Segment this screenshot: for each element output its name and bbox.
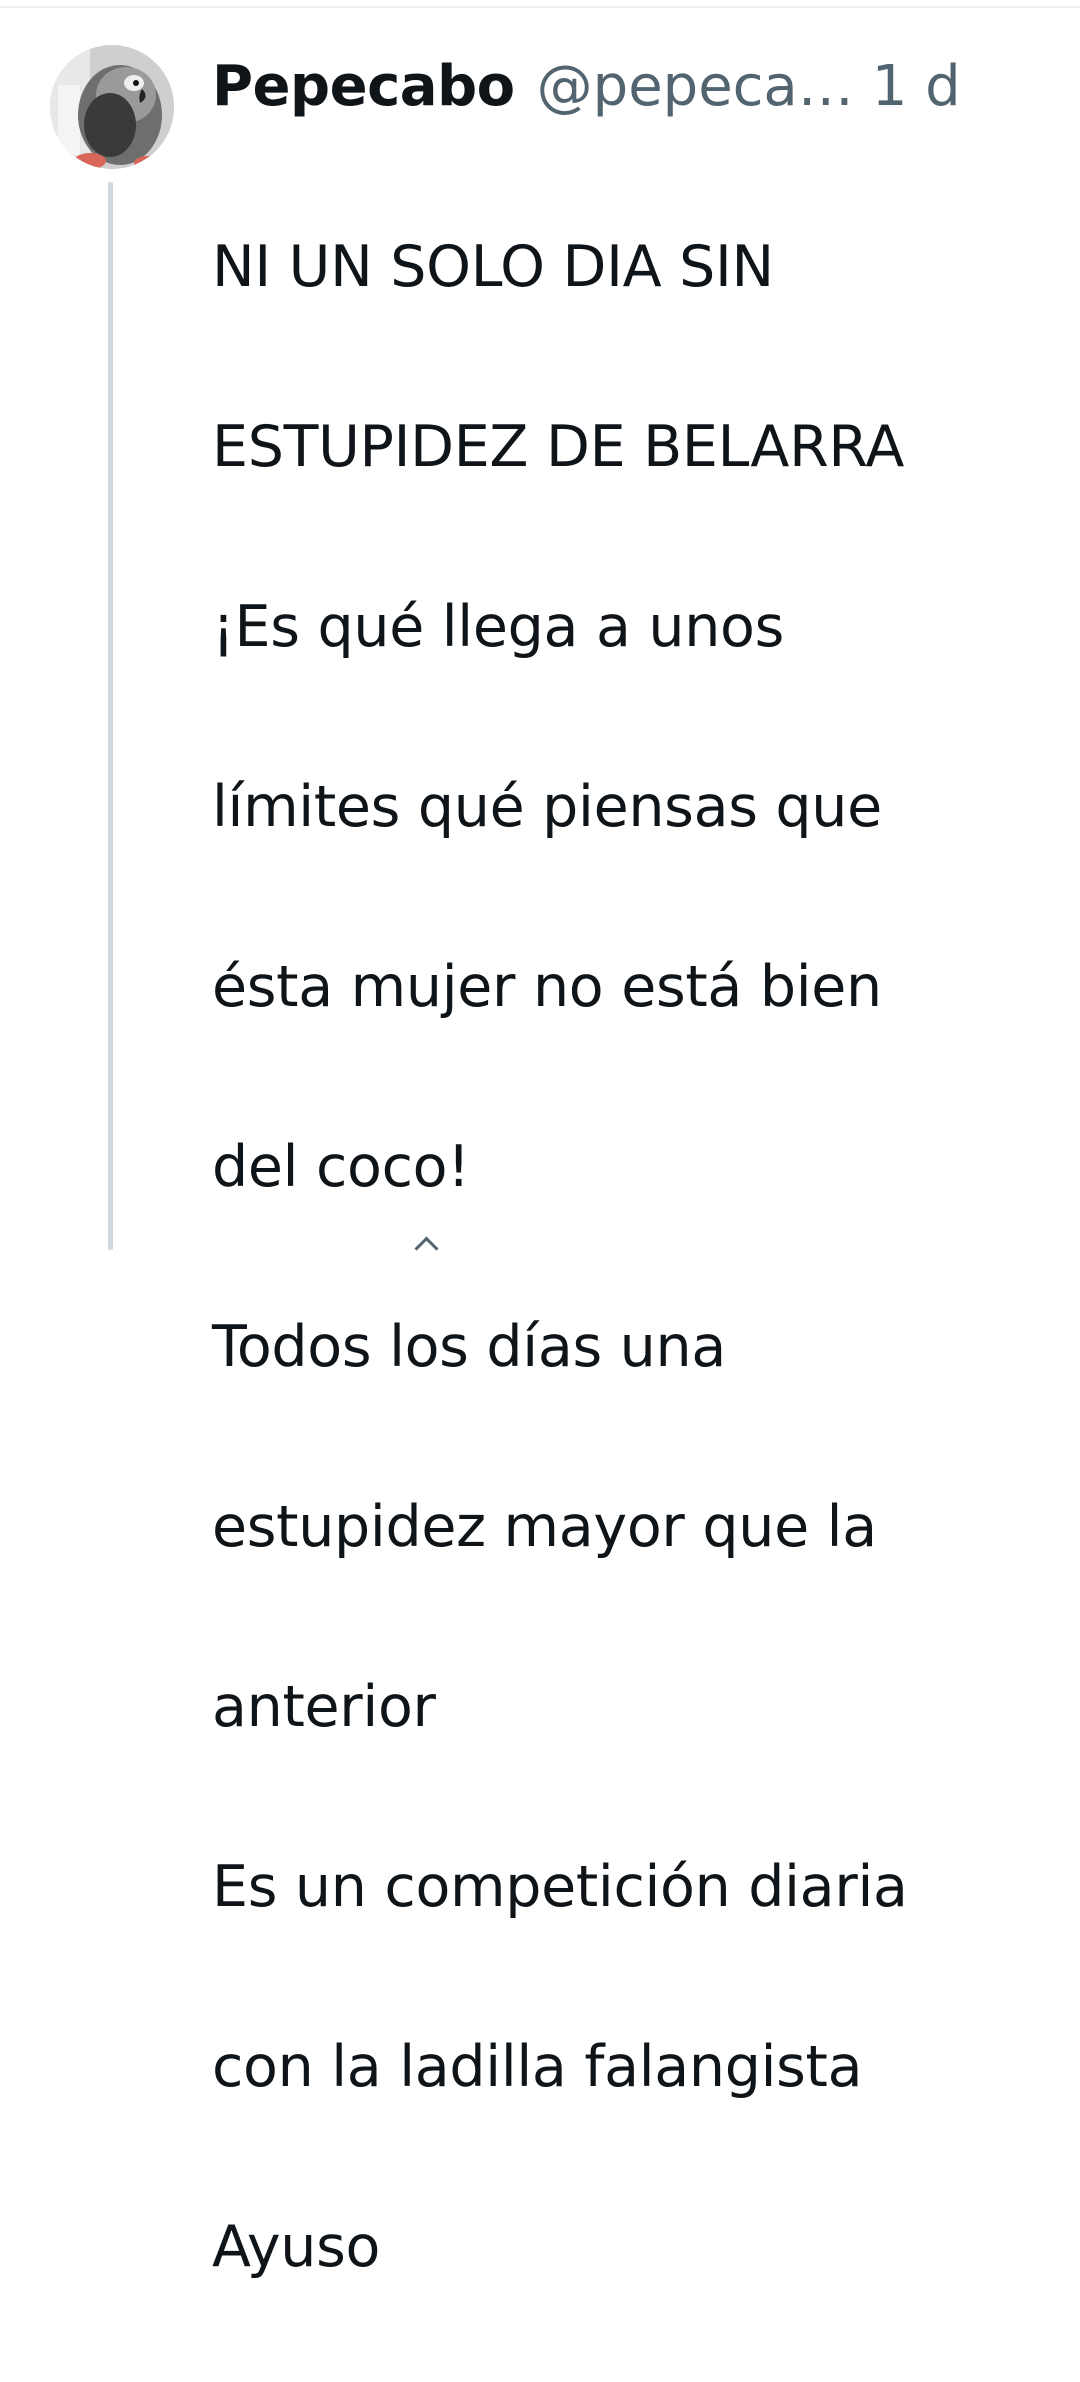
author-display-name[interactable]: Pepecabo (212, 52, 515, 122)
tweet-line: con la ladilla falangista (212, 2034, 863, 2100)
tweet-line: ¡Es qué llega a unos (212, 594, 785, 660)
tweet-line: ésta mujer no está bien (212, 954, 882, 1020)
tweet-line: Todos los días una (212, 1314, 726, 1380)
tweet-header: Pepecabo @pepeca… 1 d (212, 52, 1052, 122)
top-divider (0, 6, 1080, 8)
author-handle[interactable]: @pepeca… (537, 52, 854, 122)
avatar[interactable] (50, 45, 174, 169)
tweet-line: ESTUPIDEZ DE BELARRA (212, 414, 905, 480)
tweet-line: del coco! (212, 1134, 470, 1200)
tweet-line: límites qué piensas que (212, 774, 882, 840)
post-time[interactable]: 1 d (872, 52, 961, 122)
parrot-avatar-icon (50, 45, 174, 169)
tweet-text: NI UN SOLO DIA SIN ESTUPIDEZ DE BELARRA … (212, 132, 1052, 2382)
tweet-line: NI UN SOLO DIA SIN (212, 234, 774, 300)
tweet-line: Es un competición diaria (212, 1854, 908, 1920)
thread-line (108, 182, 113, 1250)
tweet-line: anterior (212, 1674, 436, 1740)
tweet-line: estupidez mayor que la (212, 1494, 877, 1560)
tweet[interactable]: Pepecabo @pepeca… 1 d NI UN SOLO DIA SIN… (212, 52, 1052, 2382)
tweet-line: Ayuso (212, 2214, 381, 2280)
